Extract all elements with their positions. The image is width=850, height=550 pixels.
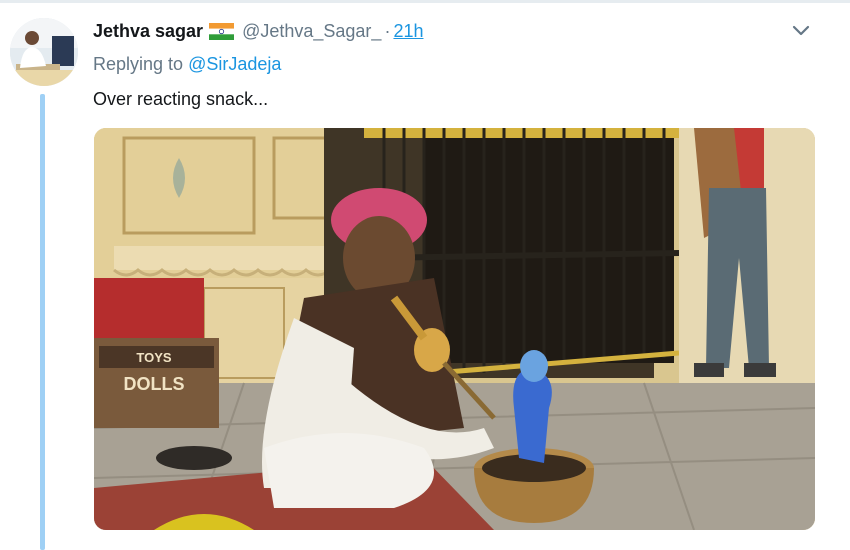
avatar[interactable] bbox=[10, 18, 78, 86]
replying-prefix: Replying to bbox=[93, 54, 184, 74]
user-handle[interactable]: @Jethva_Sagar_ bbox=[242, 21, 381, 42]
tweet-card[interactable]: Jethva sagar @Jethva_Sagar_ · 21h Replyi… bbox=[0, 0, 850, 550]
snake-charmer-photo: TOYS DOLLS bbox=[94, 128, 815, 530]
separator-dot: · bbox=[384, 20, 391, 41]
box-label-middle: DOLLS bbox=[124, 374, 185, 394]
tweet-media-image[interactable]: TOYS DOLLS bbox=[94, 128, 815, 530]
display-name[interactable]: Jethva sagar bbox=[93, 21, 203, 42]
tweet-text: Over reacting snack... bbox=[93, 89, 269, 109]
divider bbox=[0, 0, 850, 3]
timestamp-link[interactable]: 21h bbox=[393, 21, 423, 42]
india-flag-icon bbox=[209, 22, 235, 40]
chevron-down-icon[interactable] bbox=[790, 22, 812, 40]
mention-link[interactable]: @SirJadeja bbox=[188, 54, 281, 74]
box-label-top: TOYS bbox=[136, 350, 171, 365]
tweet-header: Jethva sagar @Jethva_Sagar_ · 21h bbox=[93, 19, 423, 43]
avatar-image bbox=[10, 18, 78, 86]
replying-to: Replying to @SirJadeja bbox=[93, 54, 281, 75]
thread-line bbox=[40, 94, 45, 550]
